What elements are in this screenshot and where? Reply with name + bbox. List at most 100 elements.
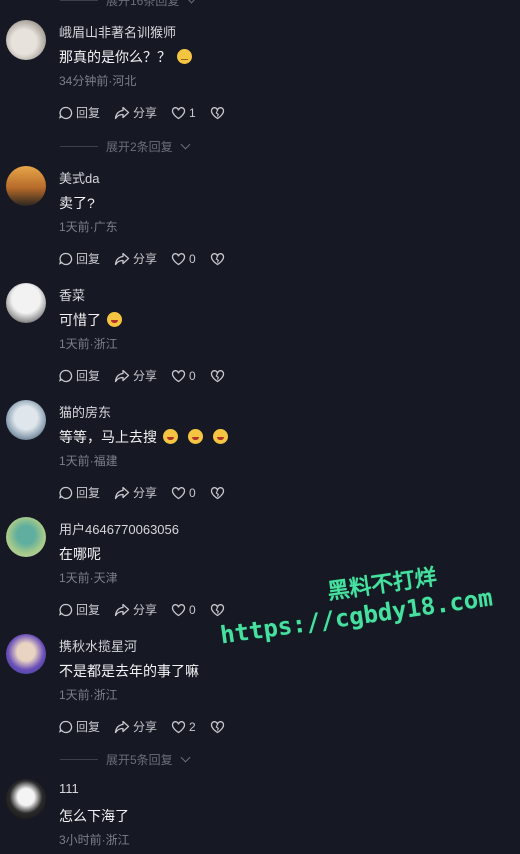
share-icon — [114, 252, 130, 265]
avatar[interactable] — [6, 400, 46, 440]
chevron-down-icon — [186, 0, 197, 4]
reply-label: 回复 — [76, 486, 101, 500]
dislike-button[interactable] — [210, 720, 225, 734]
comment-text: 怎么下海了 — [59, 808, 129, 824]
expand-label: 展开16条回复 — [106, 0, 180, 8]
reply-button[interactable]: 回复 — [59, 601, 100, 618]
share-icon — [114, 720, 130, 733]
broken-heart-icon — [210, 106, 224, 119]
reply-icon — [59, 603, 73, 616]
reply-button[interactable]: 回复 — [59, 484, 100, 501]
dislike-button[interactable] — [210, 106, 225, 120]
avatar[interactable] — [6, 283, 46, 323]
comment-author[interactable]: 用户4646770063056 — [59, 519, 179, 538]
divider — [60, 759, 98, 760]
like-button[interactable]: 0 — [171, 369, 196, 383]
chevron-down-icon — [180, 752, 191, 763]
comment-author[interactable]: 携秋水揽星河 — [59, 636, 137, 655]
comment-author[interactable]: 美式da — [59, 168, 99, 187]
broken-heart-icon — [210, 252, 224, 265]
share-label: 分享 — [133, 603, 158, 617]
share-button[interactable]: 分享 — [114, 601, 157, 618]
comment-meta: 1天前·天津 — [59, 571, 118, 585]
comment-text: 不是都是去年的事了嘛 — [59, 663, 199, 679]
reply-button[interactable]: 回复 — [59, 367, 100, 384]
expand-replies[interactable]: 展开2条回复 — [60, 138, 191, 155]
avatar[interactable] — [6, 634, 46, 674]
share-icon — [114, 603, 130, 616]
reply-button[interactable]: 回复 — [59, 104, 100, 121]
reply-icon — [59, 486, 73, 499]
dislike-button[interactable] — [210, 369, 225, 383]
heart-icon — [171, 252, 186, 265]
heart-icon — [171, 486, 186, 499]
like-button[interactable]: 0 — [171, 252, 196, 266]
heart-icon — [171, 369, 186, 382]
like-button[interactable]: 1 — [171, 106, 196, 120]
broken-heart-icon — [210, 720, 224, 733]
reply-label: 回复 — [76, 369, 101, 383]
comment-text: 卖了? — [59, 195, 95, 211]
avatar[interactable] — [6, 517, 46, 557]
comment-author[interactable]: 111 — [59, 781, 79, 796]
share-label: 分享 — [133, 252, 158, 266]
divider — [60, 146, 98, 147]
like-count: 0 — [189, 251, 196, 266]
comment-meta: 1天前·广东 — [59, 220, 118, 234]
like-button[interactable]: 0 — [171, 603, 196, 617]
broken-heart-icon — [210, 486, 224, 499]
reply-label: 回复 — [76, 720, 101, 734]
comment-actions: 回复 分享 0 — [59, 601, 239, 618]
comment-actions: 回复 分享 1 — [59, 104, 239, 121]
share-button[interactable]: 分享 — [114, 104, 157, 121]
comment-author[interactable]: 峨眉山非著名训猴师 — [59, 22, 176, 41]
divider — [60, 0, 98, 1]
watermark: 黑料不打烊 https://cgbdy18.com — [214, 552, 494, 649]
dislike-button[interactable] — [210, 252, 225, 266]
emoji-icon — [163, 429, 178, 444]
like-count: 1 — [189, 105, 196, 120]
comment-meta: 1天前·福建 — [59, 454, 118, 468]
share-icon — [114, 486, 130, 499]
dislike-button[interactable] — [210, 486, 225, 500]
avatar[interactable] — [6, 779, 46, 819]
comment-meta: 3小时前·浙江 — [59, 833, 130, 847]
reply-button[interactable]: 回复 — [59, 250, 100, 267]
expand-replies[interactable]: 展开5条回复 — [60, 751, 191, 768]
comment-actions: 回复 分享 0 — [59, 367, 239, 384]
like-button[interactable]: 2 — [171, 720, 196, 734]
avatar[interactable] — [6, 20, 46, 60]
reply-icon — [59, 252, 73, 265]
reply-label: 回复 — [76, 252, 101, 266]
share-button[interactable]: 分享 — [114, 484, 157, 501]
expand-label: 展开5条回复 — [106, 753, 173, 767]
avatar[interactable] — [6, 166, 46, 206]
share-icon — [114, 106, 130, 119]
heart-icon — [171, 106, 186, 119]
like-count: 0 — [189, 602, 196, 617]
expand-label: 展开2条回复 — [106, 140, 173, 154]
comment-author[interactable]: 香菜 — [59, 285, 85, 304]
broken-heart-icon — [210, 369, 224, 382]
like-count: 0 — [189, 485, 196, 500]
share-button[interactable]: 分享 — [114, 718, 157, 735]
heart-icon — [171, 720, 186, 733]
comment-author[interactable]: 猫的房东 — [59, 402, 111, 421]
share-button[interactable]: 分享 — [114, 250, 157, 267]
emoji-icon — [188, 429, 203, 444]
share-button[interactable]: 分享 — [114, 367, 157, 384]
heart-icon — [171, 603, 186, 616]
emoji-icon — [213, 429, 228, 444]
comment-text: 那真的是你么？？ — [59, 47, 192, 67]
reply-button[interactable]: 回复 — [59, 718, 100, 735]
like-button[interactable]: 0 — [171, 486, 196, 500]
reply-label: 回复 — [76, 603, 101, 617]
comment-meta: 1天前·浙江 — [59, 337, 118, 351]
comment-text: 在哪呢 — [59, 546, 101, 562]
expand-replies-top[interactable]: 展开16条回复 — [60, 0, 197, 9]
share-label: 分享 — [133, 486, 158, 500]
reply-icon — [59, 369, 73, 382]
chevron-down-icon — [180, 139, 191, 150]
reply-label: 回复 — [76, 106, 101, 120]
comment-actions: 回复 分享 0 — [59, 250, 239, 267]
